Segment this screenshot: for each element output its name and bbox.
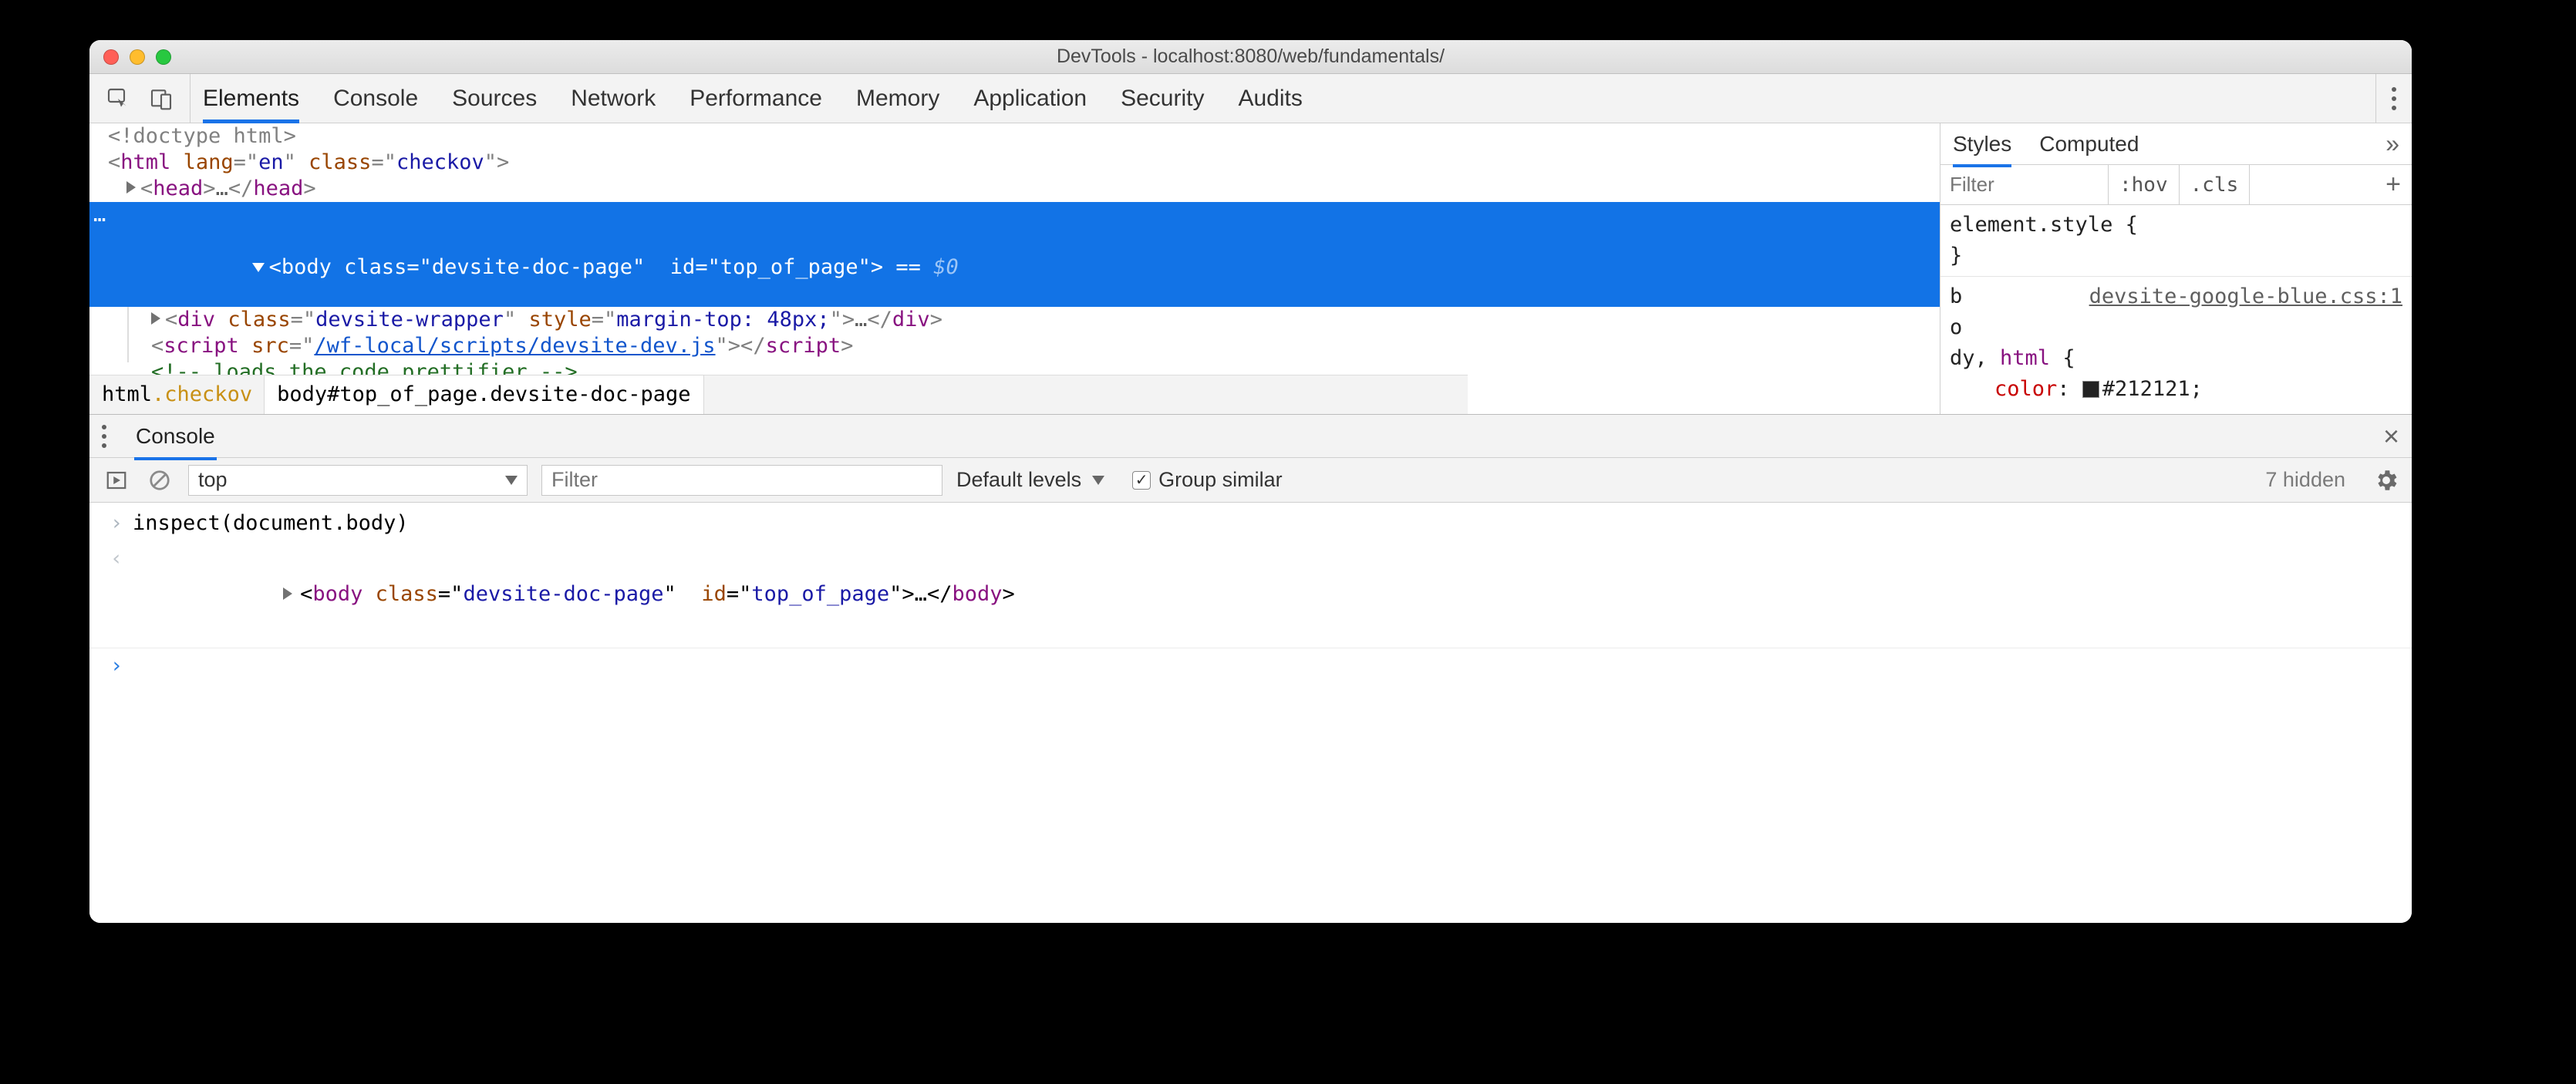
breadcrumb: html.checkov body#top_of_page.devsite-do… — [89, 375, 1468, 414]
styles-filter-row: :hov .cls + — [1940, 165, 2412, 205]
panel-toolbar: Elements Console Sources Network Perform… — [89, 74, 2412, 123]
tab-performance[interactable]: Performance — [690, 74, 822, 123]
color-swatch-icon[interactable] — [2082, 381, 2099, 398]
breadcrumb-body[interactable]: body#top_of_page.devsite-doc-page — [265, 375, 703, 414]
execute-icon[interactable] — [102, 466, 131, 495]
tab-sources[interactable]: Sources — [452, 74, 537, 123]
breadcrumb-html[interactable]: html.checkov — [89, 375, 265, 414]
styles-filter-input[interactable] — [1940, 165, 2109, 204]
console-filter-input[interactable] — [541, 465, 942, 496]
tab-application[interactable]: Application — [973, 74, 1087, 123]
dom-html-open[interactable]: <html lang="en" class="checkov"> — [89, 150, 1940, 176]
minimize-window-icon[interactable] — [130, 49, 145, 65]
window-title: DevTools - localhost:8080/web/fundamenta… — [1057, 45, 1445, 68]
toggle-hov[interactable]: :hov — [2109, 165, 2180, 204]
zoom-window-icon[interactable] — [156, 49, 171, 65]
hidden-messages-count[interactable]: 7 hidden — [2265, 468, 2345, 492]
dom-div-wrapper[interactable]: <div class="devsite-wrapper" style="marg… — [89, 307, 1940, 333]
inspect-element-icon[interactable] — [103, 84, 133, 113]
context-selector[interactable]: top — [188, 465, 528, 496]
console-menu-icon[interactable] — [102, 434, 106, 439]
panel-tabs: Elements Console Sources Network Perform… — [191, 74, 2375, 123]
dom-tree[interactable]: <!doctype html> <html lang="en" class="c… — [89, 123, 1940, 414]
tab-network[interactable]: Network — [571, 74, 656, 123]
titlebar: DevTools - localhost:8080/web/fundamenta… — [89, 40, 2412, 74]
tab-memory[interactable]: Memory — [856, 74, 939, 123]
chevron-down-icon — [1092, 476, 1104, 485]
toolbar-right — [2375, 74, 2412, 123]
tab-security[interactable]: Security — [1121, 74, 1204, 123]
elements-panel: <!doctype html> <html lang="en" class="c… — [89, 123, 2412, 415]
console-prompt[interactable]: › — [89, 648, 2412, 684]
close-drawer-icon[interactable]: × — [2383, 420, 2399, 453]
console-settings-icon[interactable] — [2373, 467, 2399, 493]
log-level-selector[interactable]: Default levels — [956, 468, 1104, 492]
drawer-tab-console[interactable]: Console — [134, 424, 217, 449]
rule-element-style-open: element.style { — [1950, 210, 2402, 241]
console-filterbar: top Default levels ✓ Group similar 7 hid… — [89, 458, 2412, 503]
console-tabbar: Console × — [89, 415, 2412, 458]
device-toggle-icon[interactable] — [147, 84, 176, 113]
tab-styles[interactable]: Styles — [1953, 132, 2011, 157]
group-similar-toggle[interactable]: ✓ Group similar — [1132, 468, 1283, 492]
chevron-down-icon — [505, 476, 518, 485]
console-input-line: › inspect(document.body) — [89, 506, 2412, 541]
expand-caret-icon[interactable] — [283, 587, 292, 600]
clear-console-icon[interactable] — [145, 466, 174, 495]
console-result-line[interactable]: ‹ <body class="devsite-doc-page" id="top… — [89, 541, 2412, 648]
tab-computed[interactable]: Computed — [2039, 132, 2139, 157]
styles-rules[interactable]: element.style { } b o dy, html { devsite… — [1940, 205, 2412, 409]
console-log[interactable]: › inspect(document.body) ‹ <body class="… — [89, 503, 2412, 923]
rule-element-style-close: } — [1950, 241, 2402, 271]
tab-elements[interactable]: Elements — [203, 74, 299, 123]
more-menu-icon[interactable] — [2392, 96, 2396, 101]
close-window-icon[interactable] — [103, 49, 119, 65]
toggle-cls[interactable]: .cls — [2180, 165, 2251, 204]
dom-body-selected[interactable]: … <body class="devsite-doc-page" id="top… — [89, 202, 1940, 307]
tab-console[interactable]: Console — [333, 74, 418, 123]
dom-head[interactable]: <head>…</head> — [89, 176, 1940, 202]
window-controls — [103, 49, 171, 65]
console-drawer: Console × top Default levels ✓ — [89, 415, 2412, 923]
styles-panel: Styles Computed » :hov .cls + element.st… — [1940, 123, 2412, 414]
toolbar-left — [89, 74, 191, 123]
stylesheet-link[interactable]: devsite-google-blue.css:1 — [2089, 284, 2402, 308]
tab-audits[interactable]: Audits — [1238, 74, 1302, 123]
dom-script-1[interactable]: <script src="/wf-local/scripts/devsite-d… — [89, 333, 1940, 359]
checkbox-checked-icon: ✓ — [1132, 471, 1151, 490]
styles-tabs-overflow-icon[interactable]: » — [2385, 130, 2399, 158]
styles-tabs: Styles Computed » — [1940, 123, 2412, 165]
devtools-window: DevTools - localhost:8080/web/fundamenta… — [89, 40, 2412, 923]
dom-doctype[interactable]: <!doctype html> — [89, 123, 1940, 150]
new-style-rule-icon[interactable]: + — [2375, 170, 2412, 200]
